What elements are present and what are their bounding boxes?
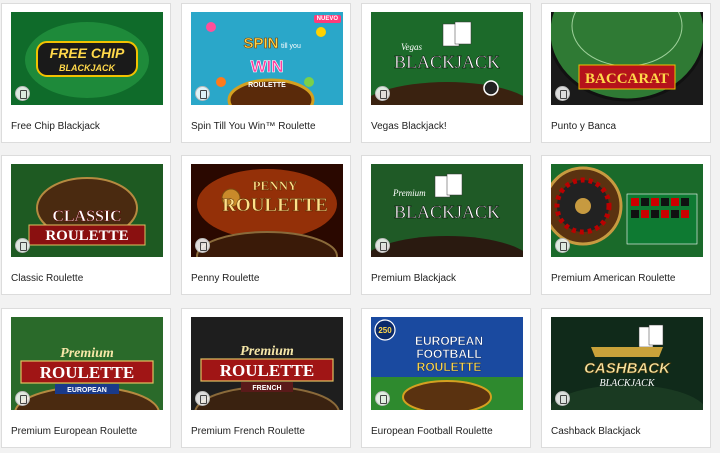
free-chip-blackjack-art: FREE CHIP BLACKJACK — [11, 12, 163, 105]
game-thumbnail[interactable]: PENNY ROULETTE — [191, 164, 343, 257]
game-card-premium-european-roulette[interactable]: Premium ROULETTE EUROPEAN Premium Europe… — [1, 308, 171, 448]
baccarat-art: BACCARAT — [551, 12, 703, 105]
mobile-device-icon — [15, 86, 30, 101]
game-title[interactable]: Classic Roulette — [11, 273, 83, 284]
svg-text:250: 250 — [378, 326, 392, 335]
game-card-premium-blackjack[interactable]: Premium BLACKJACK Premium Blackjack — [361, 155, 531, 295]
premium-french-roulette-art: Premium ROULETTE FRENCH — [191, 317, 343, 410]
svg-text:FREE CHIP: FREE CHIP — [50, 45, 125, 61]
game-thumbnail[interactable]: Premium ROULETTE EUROPEAN — [11, 317, 163, 410]
game-thumbnail[interactable]: CLASSIC ROULETTE — [11, 164, 163, 257]
game-card-punto-y-banca[interactable]: BACCARAT Punto y Banca — [541, 3, 711, 143]
game-title[interactable]: Spin Till You Win™ Roulette — [191, 121, 316, 132]
svg-text:CASHBACK: CASHBACK — [584, 360, 671, 377]
game-thumbnail[interactable]: Premium ROULETTE FRENCH — [191, 317, 343, 410]
svg-text:ROULETTE: ROULETTE — [45, 228, 128, 244]
game-thumbnail[interactable]: 250 EUROPEAN FOOTBALL ROULETTE — [371, 317, 523, 410]
svg-text:PENNY: PENNY — [253, 178, 298, 193]
game-thumbnail[interactable]: Premium BLACKJACK — [371, 164, 523, 257]
mobile-device-icon — [195, 238, 210, 253]
svg-text:ROULETTE: ROULETTE — [222, 195, 328, 216]
svg-text:till you: till you — [281, 43, 301, 50]
game-title[interactable]: Premium American Roulette — [551, 273, 676, 284]
mobile-device-icon — [195, 86, 210, 101]
svg-text:Premium: Premium — [392, 188, 426, 198]
game-title[interactable]: European Football Roulette — [371, 426, 493, 437]
game-card-penny-roulette[interactable]: PENNY ROULETTE Penny Roulette — [181, 155, 351, 295]
game-card-premium-french-roulette[interactable]: Premium ROULETTE FRENCH Premium French R… — [181, 308, 351, 448]
game-card-free-chip-blackjack[interactable]: FREE CHIP BLACKJACK Free Chip Blackjack — [1, 3, 171, 143]
svg-text:ROULETTE: ROULETTE — [220, 361, 314, 380]
premium-blackjack-art: Premium BLACKJACK — [371, 164, 523, 257]
svg-text:BLACKJACK: BLACKJACK — [599, 378, 655, 389]
svg-text:BLACKJACK: BLACKJACK — [394, 52, 500, 72]
vegas-blackjack-art: Vegas BLACKJACK — [371, 12, 523, 105]
game-thumbnail[interactable]: FREE CHIP BLACKJACK — [11, 12, 163, 105]
game-card-vegas-blackjack[interactable]: Vegas BLACKJACK Vegas Blackjack! — [361, 3, 531, 143]
svg-text:EUROPEAN: EUROPEAN — [67, 387, 107, 394]
game-card-cashback-blackjack[interactable]: CASHBACK BLACKJACK Cashback Blackjack — [541, 308, 711, 448]
mobile-device-icon — [375, 391, 390, 406]
game-thumbnail[interactable]: BACCARAT — [551, 12, 703, 105]
mobile-device-icon — [195, 391, 210, 406]
mobile-device-icon — [15, 391, 30, 406]
european-football-roulette-art: 250 EUROPEAN FOOTBALL ROULETTE — [371, 317, 523, 410]
cashback-blackjack-art: CASHBACK BLACKJACK — [551, 317, 703, 410]
svg-text:ROULETTE: ROULETTE — [248, 82, 286, 89]
game-title[interactable]: Premium French Roulette — [191, 426, 305, 437]
svg-text:WIN: WIN — [250, 57, 283, 76]
game-card-european-football-roulette[interactable]: 250 EUROPEAN FOOTBALL ROULETTE European … — [361, 308, 531, 448]
svg-text:FOOTBALL: FOOTBALL — [416, 347, 481, 361]
premium-european-roulette-art: Premium ROULETTE EUROPEAN — [11, 317, 163, 410]
svg-text:EUROPEAN: EUROPEAN — [415, 334, 483, 348]
mobile-device-icon — [375, 86, 390, 101]
game-title[interactable]: Vegas Blackjack! — [371, 121, 447, 132]
new-badge: NUEVO — [313, 15, 341, 23]
game-card-spin-till-you-win[interactable]: SPIN till you WIN ROULETTE NUEVO Spin Ti… — [181, 3, 351, 143]
svg-text:Vegas: Vegas — [401, 42, 422, 52]
spin-till-you-win-art: SPIN till you WIN ROULETTE — [191, 12, 343, 105]
svg-text:ROULETTE: ROULETTE — [40, 363, 134, 382]
svg-text:BLACKJACK: BLACKJACK — [394, 202, 500, 222]
mobile-device-icon — [555, 86, 570, 101]
game-thumbnail[interactable]: SPIN till you WIN ROULETTE NUEVO — [191, 12, 343, 105]
game-title[interactable]: Premium European Roulette — [11, 426, 137, 437]
mobile-device-icon — [15, 238, 30, 253]
svg-text:Premium: Premium — [60, 346, 114, 361]
game-thumbnail[interactable] — [551, 164, 703, 257]
svg-text:FRENCH: FRENCH — [252, 385, 281, 392]
mobile-device-icon — [555, 238, 570, 253]
game-card-classic-roulette[interactable]: CLASSIC ROULETTE Classic Roulette — [1, 155, 171, 295]
game-title[interactable]: Free Chip Blackjack — [11, 121, 100, 132]
classic-roulette-art: CLASSIC ROULETTE — [11, 164, 163, 257]
svg-text:BLACKJACK: BLACKJACK — [59, 63, 117, 73]
mobile-device-icon — [555, 391, 570, 406]
premium-american-roulette-art — [551, 164, 703, 257]
game-grid: FREE CHIP BLACKJACK Free Chip Blackjack … — [0, 0, 720, 453]
game-title[interactable]: Cashback Blackjack — [551, 426, 640, 437]
game-card-premium-american-roulette[interactable]: Premium American Roulette — [541, 155, 711, 295]
game-title[interactable]: Punto y Banca — [551, 121, 616, 132]
svg-text:Premium: Premium — [240, 344, 294, 359]
penny-roulette-art: PENNY ROULETTE — [191, 164, 343, 257]
svg-text:BACCARAT: BACCARAT — [585, 71, 669, 87]
svg-text:SPIN: SPIN — [243, 35, 278, 52]
game-title[interactable]: Premium Blackjack — [371, 273, 456, 284]
svg-text:CLASSIC: CLASSIC — [52, 208, 121, 225]
mobile-device-icon — [375, 238, 390, 253]
game-thumbnail[interactable]: CASHBACK BLACKJACK — [551, 317, 703, 410]
game-thumbnail[interactable]: Vegas BLACKJACK — [371, 12, 523, 105]
svg-text:ROULETTE: ROULETTE — [417, 360, 482, 374]
game-title[interactable]: Penny Roulette — [191, 273, 259, 284]
